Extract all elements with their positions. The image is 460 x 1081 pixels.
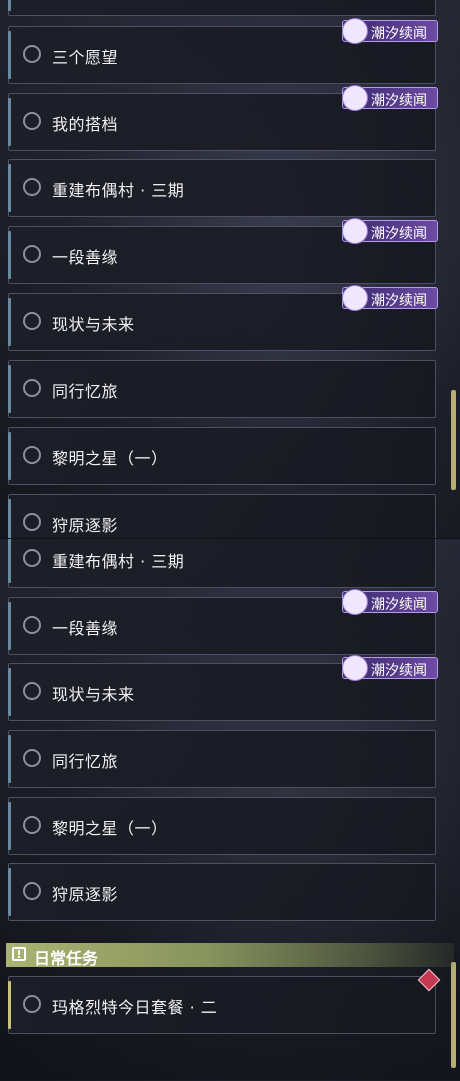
quest-status-circle-icon — [23, 816, 41, 834]
badge-label: 潮汐续闻 — [371, 26, 427, 42]
quest-label: 同行忆旅 — [52, 752, 119, 771]
tidal-echo-badge: 潮汐续闻 — [342, 18, 438, 44]
quest-label: 黎明之星（一） — [52, 819, 168, 838]
quest-label: 同行忆旅 — [52, 382, 119, 401]
quest-label: 现状与未来 — [52, 315, 135, 334]
quest-label: 一段善缘 — [52, 619, 119, 638]
badge-label: 潮汐续闻 — [371, 93, 427, 109]
tidal-feather-icon — [342, 85, 368, 111]
quest-label: 狩原逐影 — [52, 516, 119, 535]
quest-list-panel-top: 三个愿望 潮汐续闻 我的搭档 潮汐续闻 重建布偶村 · 三期 一段善缘 潮汐续闻… — [0, 0, 460, 538]
quest-label: 黎明之星（一） — [52, 449, 168, 468]
quest-label: 狩原逐影 — [52, 885, 119, 904]
quest-item[interactable]: 同行忆旅 — [8, 730, 436, 788]
quest-status-circle-icon — [23, 312, 41, 330]
tidal-feather-icon — [342, 655, 368, 681]
tidal-echo-badge: 潮汐续闻 — [342, 589, 438, 615]
quest-status-circle-icon — [23, 45, 41, 63]
quest-label: 三个愿望 — [52, 48, 119, 67]
quest-status-circle-icon — [23, 749, 41, 767]
quest-item[interactable]: 狩原逐影 — [8, 494, 436, 538]
quest-item-partial[interactable] — [8, 0, 436, 16]
tidal-feather-icon — [342, 18, 368, 44]
scrollbar-thumb[interactable] — [451, 962, 456, 1068]
badge-label: 潮汐续闻 — [371, 226, 427, 242]
badge-label: 潮汐续闻 — [371, 293, 427, 309]
badge-label: 潮汐续闻 — [371, 663, 427, 679]
exclamation-box-icon — [12, 947, 26, 961]
quest-item[interactable]: 黎明之星（一） — [8, 797, 436, 855]
tidal-feather-icon — [342, 589, 368, 615]
quest-status-circle-icon — [23, 178, 41, 196]
tidal-feather-icon — [342, 285, 368, 311]
quest-label: 玛格烈特今日套餐 · 二 — [52, 998, 218, 1017]
quest-status-circle-icon — [23, 616, 41, 634]
tidal-echo-badge: 潮汐续闻 — [342, 218, 438, 244]
quest-status-circle-icon — [23, 112, 41, 130]
quest-item[interactable]: 狩原逐影 — [8, 863, 436, 921]
quest-label: 重建布偶村 · 三期 — [52, 181, 185, 200]
quest-item[interactable]: 重建布偶村 · 三期 — [8, 159, 436, 217]
quest-item[interactable]: 黎明之星（一） — [8, 427, 436, 485]
badge-label: 潮汐续闻 — [371, 597, 427, 613]
quest-label: 重建布偶村 · 三期 — [52, 552, 185, 571]
tidal-echo-badge: 潮汐续闻 — [342, 85, 438, 111]
quest-status-circle-icon — [23, 379, 41, 397]
section-title: 日常任务 — [34, 949, 99, 968]
quest-status-circle-icon — [23, 513, 41, 531]
tidal-feather-icon — [342, 218, 368, 244]
quest-item[interactable]: 重建布偶村 · 三期 — [8, 539, 436, 588]
daily-quest-item[interactable]: 玛格烈特今日套餐 · 二 — [8, 968, 441, 1034]
quest-label: 一段善缘 — [52, 248, 119, 267]
quest-status-circle-icon — [23, 995, 41, 1013]
tidal-echo-badge: 潮汐续闻 — [342, 655, 438, 681]
daily-quests-header[interactable]: 日常任务 — [6, 943, 454, 968]
tidal-echo-badge: 潮汐续闻 — [342, 285, 438, 311]
scrollbar-thumb[interactable] — [451, 390, 456, 490]
quest-status-circle-icon — [23, 882, 41, 900]
quest-status-circle-icon — [23, 682, 41, 700]
quest-label: 我的搭档 — [52, 115, 119, 134]
quest-status-circle-icon — [23, 446, 41, 464]
quest-status-circle-icon — [23, 549, 41, 567]
quest-item[interactable]: 同行忆旅 — [8, 360, 436, 418]
quest-status-circle-icon — [23, 245, 41, 263]
quest-label: 现状与未来 — [52, 685, 135, 704]
